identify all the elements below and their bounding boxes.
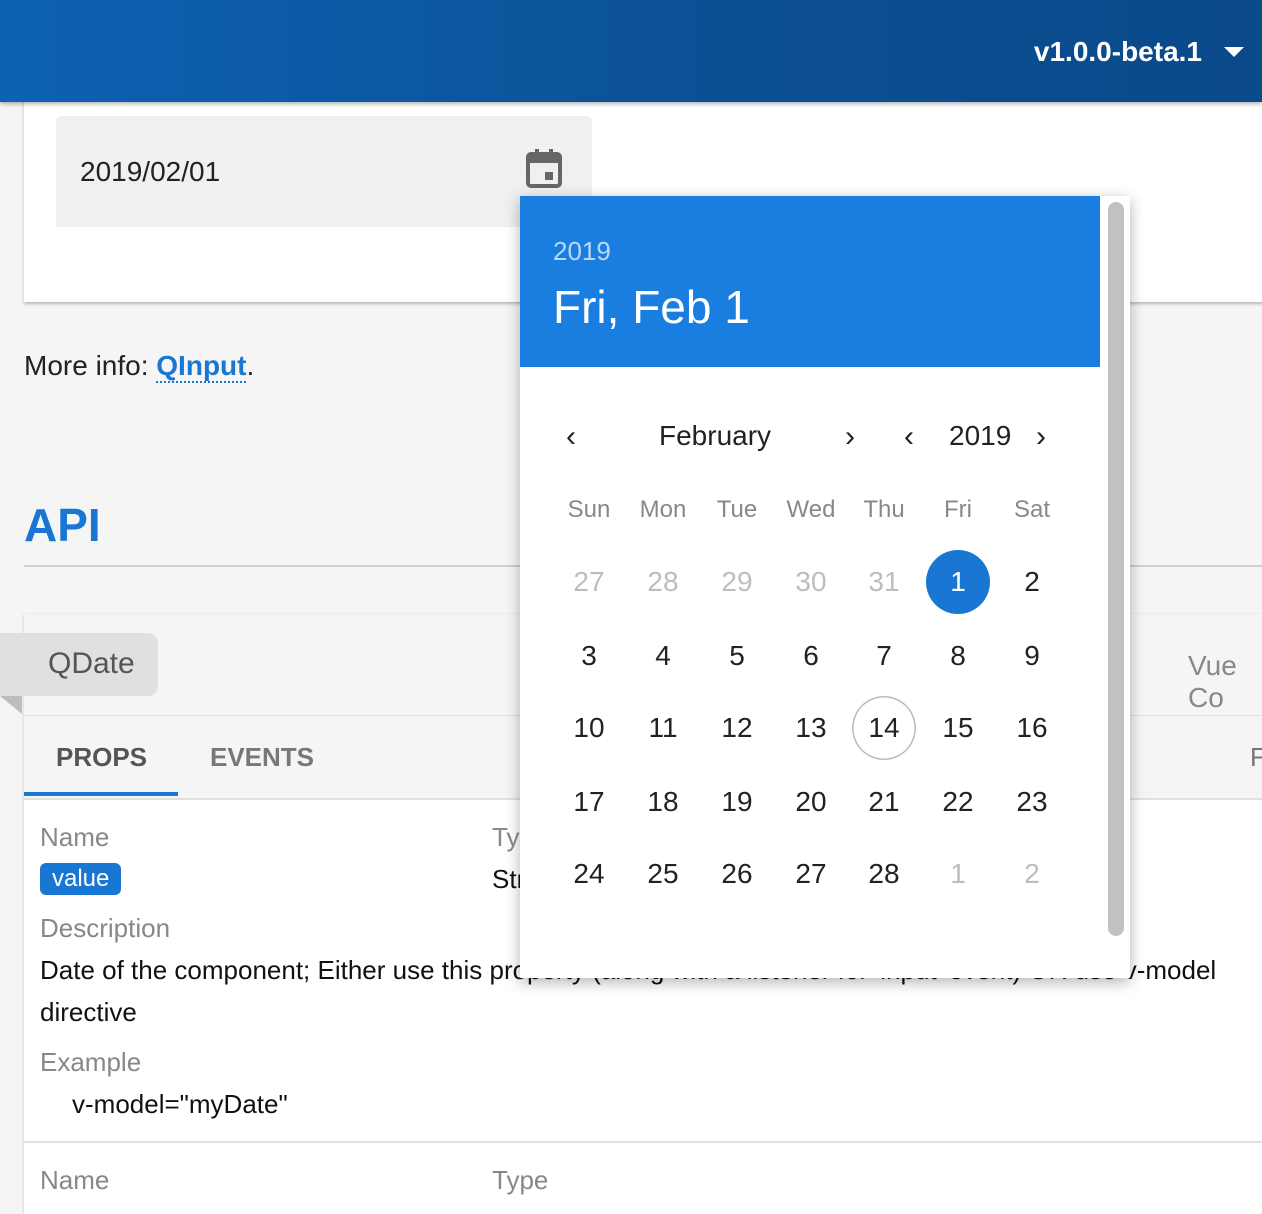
qinput-link[interactable]: QInput: [156, 350, 247, 383]
scrollbar[interactable]: [1108, 202, 1124, 936]
date-input[interactable]: 2019/02/01: [56, 116, 592, 227]
weekday-wed: Wed: [786, 496, 836, 523]
tab-events[interactable]: EVENTS: [210, 742, 314, 773]
day-cell[interactable]: 27: [557, 550, 621, 614]
description-text-2: directive: [40, 997, 137, 1027]
day-cell[interactable]: 12: [705, 696, 769, 760]
day-cell[interactable]: 24: [557, 842, 621, 906]
day-cell[interactable]: 4: [631, 624, 695, 688]
day-cell[interactable]: 1: [926, 842, 990, 906]
top-header: v1.0.0-beta.1: [0, 0, 1262, 102]
weekday-fri: Fri: [944, 496, 972, 523]
year-label[interactable]: 2019: [949, 420, 1011, 452]
type-label: Ty: [492, 822, 520, 852]
tag-fold: [0, 696, 22, 714]
component-name: QDate: [48, 647, 135, 680]
weekday-sat: Sat: [1013, 496, 1051, 523]
more-info-label: More info:: [24, 350, 157, 381]
day-cell[interactable]: 16: [1000, 696, 1064, 760]
day-cell[interactable]: 10: [557, 696, 621, 760]
day-cell[interactable]: 30: [779, 550, 843, 614]
header-year[interactable]: 2019: [553, 236, 611, 267]
day-cell[interactable]: 22: [926, 770, 990, 834]
day-cell[interactable]: 26: [705, 842, 769, 906]
api-heading[interactable]: API: [24, 498, 101, 552]
day-cell[interactable]: 31: [852, 550, 916, 614]
date-picker-header: 2019 Fri, Feb 1: [520, 196, 1100, 367]
date-picker-popup: 2019 Fri, Feb 1 ‹ February › ‹ 2019 › Su…: [520, 196, 1130, 978]
day-cell[interactable]: 27: [779, 842, 843, 906]
example-label: Example: [40, 1047, 142, 1077]
day-cell[interactable]: 5: [705, 624, 769, 688]
component-tag: QDate: [0, 633, 158, 696]
tab-partial[interactable]: F: [1250, 742, 1262, 773]
day-cell[interactable]: 19: [705, 770, 769, 834]
month-label[interactable]: February: [659, 420, 771, 452]
day-cell[interactable]: 20: [779, 770, 843, 834]
weekday-thu: Thu: [863, 496, 905, 523]
weekday-tue: Tue: [716, 496, 758, 523]
active-tab-indicator: [24, 792, 178, 796]
day-cell[interactable]: 14: [852, 696, 916, 760]
day-cell[interactable]: 7: [852, 624, 916, 688]
version-selector[interactable]: v1.0.0-beta.1: [1034, 36, 1202, 68]
more-info: More info: QInput.: [24, 350, 255, 383]
day-cell[interactable]: 28: [852, 842, 916, 906]
more-info-suffix: .: [246, 350, 255, 381]
name-label: Name: [40, 822, 110, 852]
day-cell[interactable]: 28: [631, 550, 695, 614]
example-code: v-model="myDate": [72, 1089, 288, 1119]
day-cell[interactable]: 3: [557, 624, 621, 688]
day-cell[interactable]: 23: [1000, 770, 1064, 834]
day-cell[interactable]: 6: [779, 624, 843, 688]
day-cell[interactable]: 8: [926, 624, 990, 688]
vue-component-label: Vue Co: [1188, 650, 1237, 713]
day-cell[interactable]: 11: [631, 696, 695, 760]
weekday-sun: Sun: [567, 496, 611, 523]
day-cell[interactable]: 2: [1000, 550, 1064, 614]
description-label: Description: [40, 913, 171, 943]
day-cell[interactable]: 9: [1000, 624, 1064, 688]
date-input-value[interactable]: 2019/02/01: [80, 156, 220, 188]
prop-name-badge: value: [40, 863, 122, 895]
day-cell[interactable]: 2: [1000, 842, 1064, 906]
chevron-down-icon[interactable]: [1224, 47, 1244, 57]
prev-month-icon[interactable]: ‹: [566, 422, 576, 452]
prev-year-icon[interactable]: ‹: [904, 422, 914, 452]
day-cell[interactable]: 15: [926, 696, 990, 760]
day-cell[interactable]: 13: [779, 696, 843, 760]
next-month-icon[interactable]: ›: [845, 422, 855, 452]
day-cell[interactable]: 21: [852, 770, 916, 834]
day-cell[interactable]: 1: [926, 550, 990, 614]
day-cell[interactable]: 17: [557, 770, 621, 834]
next-year-icon[interactable]: ›: [1036, 422, 1046, 452]
header-date[interactable]: Fri, Feb 1: [553, 280, 750, 334]
row-separator: [24, 1141, 1262, 1143]
name-label-2: Name: [40, 1165, 110, 1195]
day-cell[interactable]: 18: [631, 770, 695, 834]
type-label-2: Type: [492, 1165, 549, 1195]
day-cell[interactable]: 25: [631, 842, 695, 906]
calendar-icon[interactable]: [526, 148, 562, 188]
weekday-mon: Mon: [639, 496, 687, 523]
day-cell[interactable]: 29: [705, 550, 769, 614]
tab-props[interactable]: PROPS: [56, 742, 147, 773]
